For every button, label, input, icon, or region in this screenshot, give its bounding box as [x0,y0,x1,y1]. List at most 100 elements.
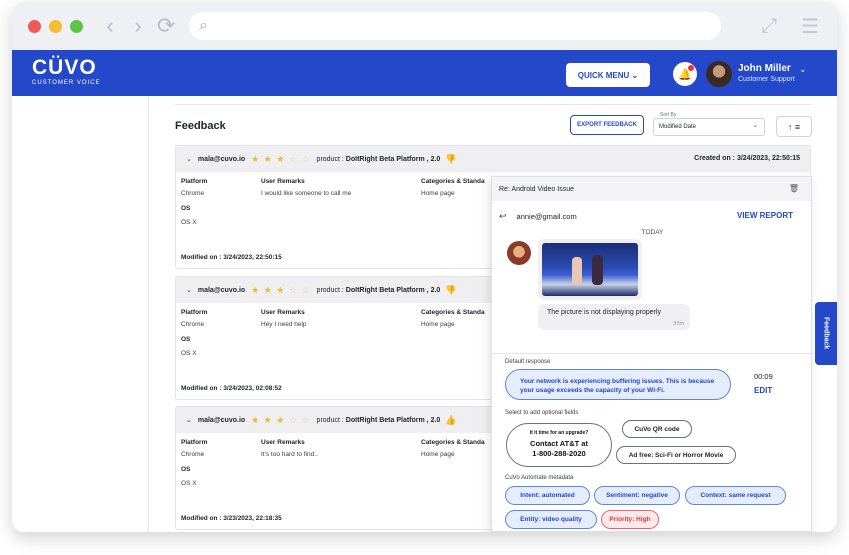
trash-icon[interactable]: 🗑 [789,184,799,193]
platform-header: Platform [181,178,208,185]
categories-header: Categories & Standa [421,309,485,316]
remarks-header: User Remarks [261,309,305,316]
default-response-pill[interactable]: Your network is experiencing buffering i… [505,369,731,400]
edit-response-button[interactable]: EDIT [754,386,772,395]
panel-header: Re: Android Video Issue 🗑 [492,177,811,201]
platform-header: Platform [181,439,208,446]
stars-filled: ★ ★ ★ [251,153,286,164]
back-icon[interactable]: ‹ [101,15,119,37]
categories-header: Categories & Standa [421,178,485,185]
thumbs-down-icon: 👎 [445,284,457,295]
address-bar[interactable]: ⌕ [189,12,721,40]
product-value: DoItRight Beta Platform , 2.0 [345,286,441,294]
remarks-header: User Remarks [261,439,305,446]
top-divider [175,104,811,105]
chevron-down-icon[interactable]: ⌄ [186,416,192,424]
user-menu-chevron-icon[interactable]: ⌄ [799,64,807,75]
expand-icon[interactable]: ⤢ [761,15,777,38]
star-rating: ★ ★ ★ ☆ ☆ [251,154,310,165]
product-value: DoItRight Beta Platform , 2.0 [345,155,441,163]
cuvo-logo[interactable]: CÜVO CUSTOMER VOICE [32,57,101,87]
message-text: The picture is not displaying properly [547,309,662,316]
user-name[interactable]: John Miller [738,63,791,74]
sort-select[interactable]: Modified Date ⌄ [653,118,765,136]
sort-order-button[interactable]: ↑ ≡ [776,116,812,137]
notification-bell-icon[interactable]: 🔔 [673,62,697,86]
chevron-down-icon[interactable]: ⌄ [186,155,192,163]
video-figure [592,255,603,285]
product-label: product : [316,286,344,294]
ad-free-pill[interactable]: Ad free: Sci-Fi or Horror Movie [616,446,736,464]
platform-value: Chrome [181,321,205,328]
upgrade-line-3: 1-800-288-2020 [532,449,586,458]
sentiment-tag[interactable]: Sentiment: negative [594,486,680,505]
entity-tag[interactable]: Entity: video quality [505,510,597,529]
default-response-label: Default response [505,359,551,365]
optional-fields-label: Select to add optional fields [505,410,579,416]
browser-toolbar: ‹ › ⟳ ⌕ ⤢ ☰ [12,2,837,50]
context-tag[interactable]: Context: same request [685,486,786,505]
hamburger-menu-icon[interactable]: ☰ [801,14,819,39]
stars-empty: ☆ ☆ [288,284,311,295]
upgrade-offer-pill[interactable]: It it time for an upgrade? Contact AT&T … [506,423,612,467]
categories-value: Home page [421,321,455,328]
video-thumbnail[interactable] [542,243,638,296]
card-email: mala@cuvo.io [197,155,246,163]
modified-on: Modified on : 3/24/2023, 02:08:52 [181,385,282,392]
thumbs-up-icon: 👍 [445,414,457,425]
priority-tag[interactable]: Priority: High [601,510,659,529]
qr-code-pill[interactable]: CuVo QR code [622,420,692,438]
page-title: Feedback [175,120,226,132]
card-email: mala@cuvo.io [197,416,246,424]
video-attachment[interactable] [538,239,642,300]
message-time: 37m [673,321,684,327]
os-header: OS [181,336,191,343]
remarks-value: It's too hard to find.. [261,451,318,458]
minimize-window-button[interactable] [49,19,62,33]
reply-icon[interactable]: ↩ [499,211,507,222]
view-report-link[interactable]: VIEW REPORT [737,211,793,220]
os-value: OS X [181,480,197,487]
sender-email: annie@gmail.com [516,212,577,221]
modified-on: Modified on : 3/24/2023, 22:50:15 [181,254,282,261]
platform-header: Platform [181,309,208,316]
close-window-button[interactable] [28,19,41,33]
stars-empty: ☆ ☆ [288,414,311,425]
quick-menu-button[interactable]: QUICK MENU ⌄ [566,63,650,87]
user-role: Customer Support [738,76,795,83]
remarks-header: User Remarks [261,178,305,185]
maximize-window-button[interactable] [70,19,83,33]
metadata-label: CuVo Automate metadata [505,475,574,481]
sort-select-value: Modified Date [659,124,697,130]
star-rating: ★ ★ ★ ☆ ☆ [251,285,310,296]
product-label: product : [316,155,344,163]
os-value: OS X [181,219,197,226]
forward-icon[interactable]: › [129,15,147,37]
sidebar [12,96,149,532]
reply-row: ↩ annie@gmail.com [499,211,577,222]
conversation-panel: Re: Android Video Issue 🗑 ↩ annie@gmail.… [491,176,813,532]
remarks-value: Hey I need help [261,321,307,328]
product-value: DoItRight Beta Platform , 2.0 [345,416,441,424]
chevron-down-icon[interactable]: ⌄ [186,286,192,294]
upgrade-line-2: Contact AT&T at [530,439,588,448]
upgrade-line-1: It it time for an upgrade? [529,430,589,436]
customer-message: The picture is not displaying properly 3… [538,304,690,330]
created-on: Created on : 3/24/2023, 22:50:15 [694,155,800,162]
star-rating: ★ ★ ★ ☆ ☆ [251,415,310,426]
date-separator: TODAY [641,229,664,236]
stars-filled: ★ ★ ★ [251,284,286,295]
product-label: product : [316,416,344,424]
intent-tag[interactable]: Intent: automated [505,486,590,505]
categories-value: Home page [421,190,455,197]
modified-on: Modified on : 3/23/2023, 22:18:35 [181,515,282,522]
feedback-card-header[interactable]: ⌄ mala@cuvo.io ★ ★ ★ ☆ ☆ product : DoItR… [176,146,810,172]
reload-icon[interactable]: ⟳ [157,15,175,37]
export-feedback-button[interactable]: EXPORT FEEDBACK [570,115,644,135]
notification-dot [688,65,694,71]
chevron-down-icon: ⌄ [752,123,758,129]
logo-subtitle: CUSTOMER VOICE [32,80,101,86]
feedback-side-tab[interactable]: Feedback [815,302,837,365]
os-value: OS X [181,350,197,357]
user-avatar[interactable] [706,61,732,87]
